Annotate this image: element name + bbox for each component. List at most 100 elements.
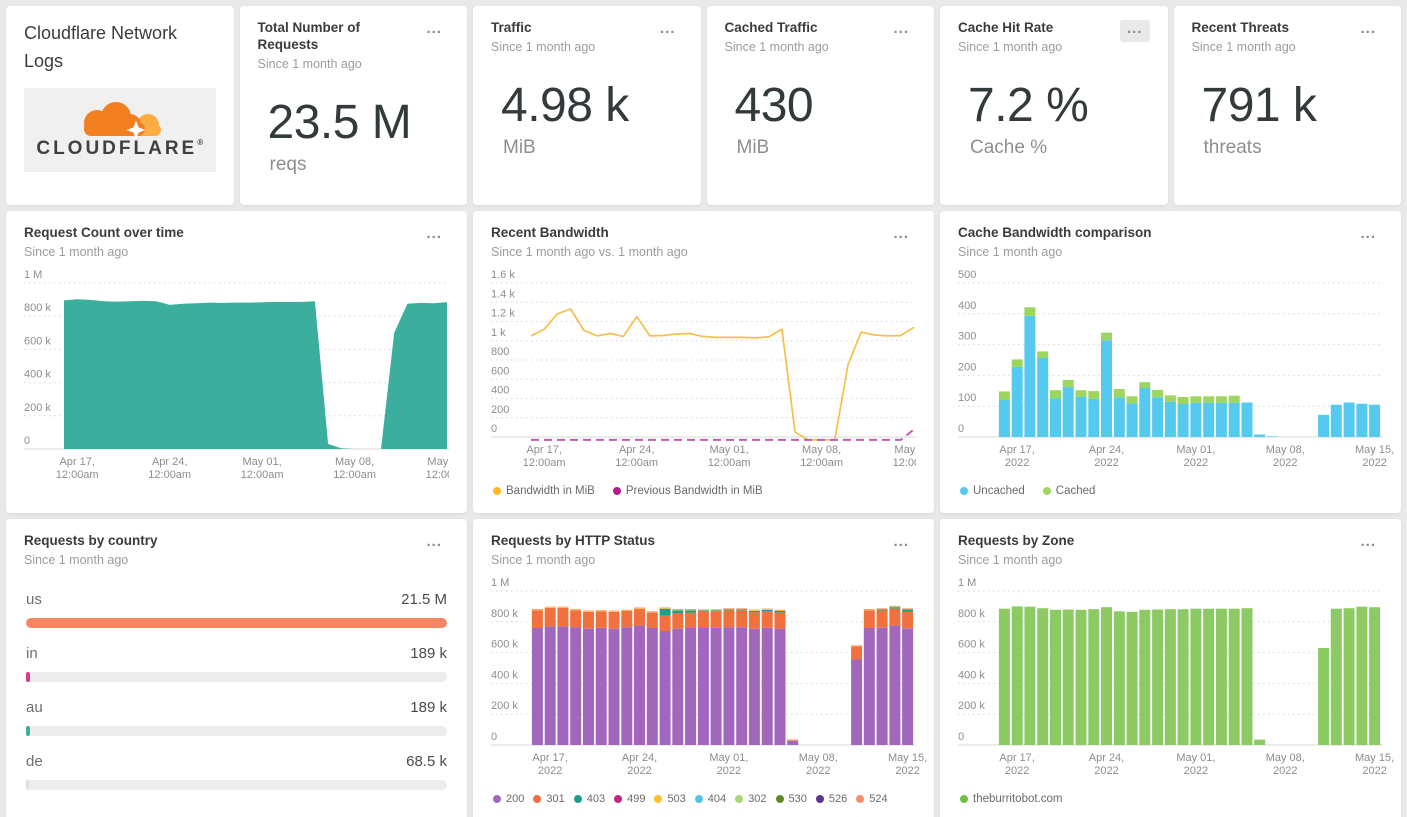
legend-item[interactable]: Previous Bandwidth in MiB [612, 484, 763, 497]
svg-text:0: 0 [958, 423, 964, 435]
legend-item[interactable]: 526 [815, 793, 847, 805]
legend-label: Cached [1055, 484, 1096, 497]
kpi-unit: reqs [269, 153, 307, 175]
panel-title: Requests by country [24, 533, 158, 548]
panel-menu-button[interactable]: ... [653, 20, 683, 42]
svg-text:12:00am: 12:00am [708, 457, 751, 469]
dashboard-title: Cloudflare Network Logs [24, 23, 178, 71]
panel-title: Total Number of Requests [257, 20, 361, 52]
legend-item[interactable]: Bandwidth in MiB [493, 485, 595, 497]
country-bar-track [26, 779, 447, 790]
svg-text:0: 0 [958, 731, 964, 743]
legend-item[interactable]: 302 [735, 792, 767, 805]
country-bar-fill [26, 725, 31, 736]
country-bar-track [26, 617, 447, 628]
cloudflare-logo: CLOUDFLARE® [24, 87, 216, 172]
svg-text:200 k: 200 k [491, 700, 518, 712]
country-bar-fill [26, 671, 31, 682]
country-bar-fill [26, 779, 29, 790]
legend-item[interactable]: Uncached [960, 485, 1025, 497]
country-bar-fill [26, 617, 447, 628]
legend-item[interactable]: Cached [1042, 484, 1096, 497]
cloudflare-wordmark: CLOUDFLARE® [36, 137, 204, 159]
kpi-value: 430 [734, 78, 814, 132]
kpi-value: 7.2 % [968, 78, 1089, 132]
legend-item[interactable]: 503 [654, 793, 686, 805]
legend-item[interactable]: 403 [573, 792, 606, 805]
svg-text:Apr 24,: Apr 24, [622, 752, 657, 764]
svg-text:12:00am: 12:00am [615, 457, 658, 469]
svg-text:1.6 k: 1.6 k [491, 269, 515, 281]
svg-text:0: 0 [24, 435, 30, 447]
svg-text:Apr 17,: Apr 17, [532, 752, 567, 764]
chart-panel-cache-bandwidth: Cache Bandwidth comparison Since 1 month… [940, 211, 1401, 513]
bar-chart: 1 M800 k600 k400 k200 k0Apr 17,2022Apr 2… [958, 577, 1394, 777]
svg-text:May 15,: May 15, [888, 752, 927, 764]
svg-text:2022: 2022 [1184, 765, 1208, 777]
svg-text:1.2 k: 1.2 k [491, 307, 515, 319]
svg-text:600: 600 [491, 365, 509, 377]
legend-label: 403 [586, 792, 606, 805]
svg-text:Apr 17,: Apr 17, [59, 456, 94, 468]
brand-panel: Cloudflare Network Logs CLOUDFLARE® [6, 6, 234, 205]
svg-text:600 k: 600 k [24, 335, 51, 347]
country-row: in 189 k [24, 645, 449, 682]
dashboard: Cloudflare Network Logs CLOUDFLARE® Tota… [0, 0, 1407, 817]
svg-text:2022: 2022 [627, 765, 651, 777]
chart-panel-recent-bandwidth: Recent Bandwidth Since 1 month ago vs. 1… [473, 211, 934, 513]
legend-item[interactable]: theburritobot.com [960, 793, 1063, 805]
svg-text:0: 0 [491, 731, 497, 743]
panel-menu-button[interactable]: ... [886, 225, 916, 247]
legend-item[interactable]: 404 [694, 793, 726, 805]
panel-menu-button[interactable]: ... [1119, 20, 1150, 42]
legend-label: 302 [748, 792, 767, 805]
panel-menu-button[interactable]: ... [419, 533, 449, 555]
panel-menu-button[interactable]: ... [1353, 225, 1383, 247]
kpi-unit: MiB [503, 136, 536, 158]
country-value: 21.5 M [401, 590, 447, 608]
legend-dot-icon [493, 794, 501, 803]
legend-label: Previous Bandwidth in MiB [625, 484, 763, 497]
svg-text:12:00am: 12:00am [426, 469, 449, 481]
svg-text:100: 100 [958, 392, 976, 404]
legend-label: Uncached [973, 484, 1025, 497]
legend-item[interactable]: 499 [614, 793, 645, 805]
panel-menu-button[interactable]: ... [419, 225, 449, 247]
chart-panel-http-status: Requests by HTTP Status Since 1 month ag… [473, 519, 934, 817]
kpi-panel-recent-threats: Recent Threats Since 1 month ago ... 791… [1173, 6, 1401, 205]
svg-text:Apr 17,: Apr 17, [526, 444, 561, 456]
svg-text:May 08,: May 08, [1266, 444, 1305, 456]
panel-menu-button[interactable]: ... [1353, 20, 1383, 42]
panel-menu-button[interactable]: ... [886, 20, 916, 42]
legend-dot-icon [612, 486, 621, 495]
legend-item[interactable]: 200 [493, 793, 524, 805]
legend-dot-icon [694, 794, 703, 803]
legend-dot-icon [493, 486, 501, 495]
legend-item[interactable]: 301 [533, 793, 565, 805]
panel-menu-button[interactable]: ... [419, 20, 449, 42]
svg-text:May 01,: May 01, [1176, 752, 1215, 764]
panel-menu-button[interactable]: ... [1353, 533, 1383, 555]
kpi-unit: threats [1203, 136, 1262, 158]
legend-label: 530 [788, 792, 807, 805]
svg-text:200 k: 200 k [958, 700, 985, 712]
svg-text:800: 800 [491, 346, 509, 358]
svg-text:200 k: 200 k [24, 402, 51, 414]
legend-item[interactable]: 524 [856, 793, 888, 805]
country-label: au [26, 698, 43, 716]
country-value: 189 k [410, 644, 447, 662]
legend-dot-icon [960, 486, 968, 495]
svg-text:1 M: 1 M [491, 577, 509, 589]
panel-menu-button[interactable]: ... [886, 533, 916, 555]
panel-title: Recent Threats [1191, 20, 1290, 35]
country-row: de 68.5 k [24, 753, 449, 790]
svg-text:Apr 24,: Apr 24, [619, 444, 654, 456]
country-list: us 21.5 M in 189 k au 189 k de 68.5 k [24, 591, 449, 790]
legend-item[interactable]: 530 [775, 792, 807, 805]
svg-text:2022: 2022 [1005, 457, 1029, 469]
chart-legend: Bandwidth in MiB Previous Bandwidth in Mi… [491, 485, 916, 497]
panel-subtitle: Since 1 month ago [1191, 39, 1296, 54]
line-chart: 1.6 k1.4 k1.2 k1 k8006004002000Apr 17,12… [491, 269, 916, 469]
svg-text:12:00am: 12:00am [800, 457, 843, 469]
svg-text:May 01,: May 01, [709, 752, 748, 764]
